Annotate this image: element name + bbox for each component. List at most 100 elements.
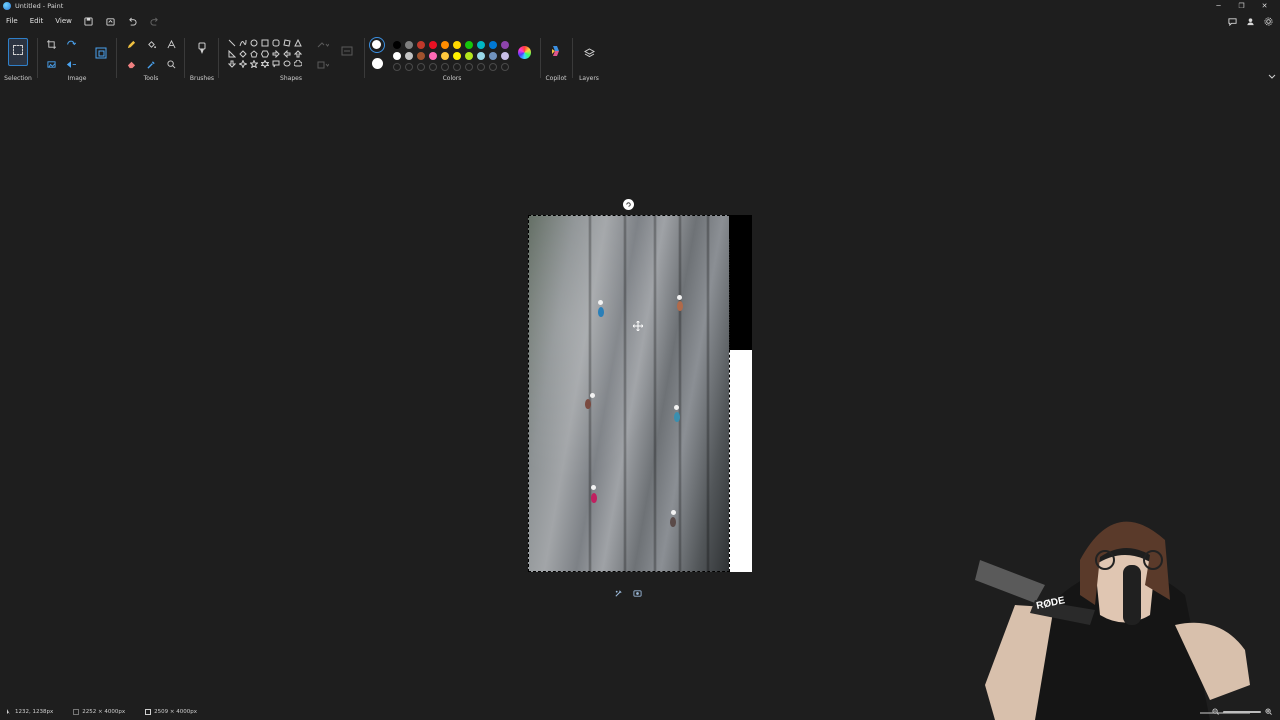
brushes-button[interactable] [195,42,209,56]
right-triangle-shape[interactable] [226,49,237,60]
zoom-in-icon[interactable] [1265,708,1272,715]
color-swatch[interactable] [441,51,449,60]
custom-color-slot[interactable] [393,62,401,71]
custom-color-slot[interactable] [441,62,449,71]
custom-color-slot[interactable] [465,62,473,71]
custom-color-slot[interactable] [477,62,485,71]
ai-edit-button[interactable] [614,583,623,602]
polygon-shape[interactable] [281,38,292,49]
color-swatch[interactable] [393,40,401,49]
color-swatch[interactable] [489,40,497,49]
custom-color-slot[interactable] [453,62,461,71]
text-button[interactable] [164,37,178,51]
settings-button[interactable] [1260,14,1276,28]
color-swatch[interactable] [429,40,437,49]
colors-group-label: Colors [442,75,462,82]
fill-button[interactable] [144,37,158,51]
custom-color-slot[interactable] [429,62,437,71]
shape-style-button[interactable] [340,44,354,58]
remove-background-button[interactable] [633,583,642,602]
rounded-callout-shape[interactable] [270,59,281,70]
color-swatch[interactable] [465,40,473,49]
color-swatch[interactable] [441,40,449,49]
rotate-button[interactable] [64,37,78,51]
menu-file[interactable]: File [0,17,24,25]
account-icon [1246,17,1254,25]
color-swatch[interactable] [429,51,437,60]
undo-button[interactable] [122,14,144,28]
color-swatch[interactable] [453,40,461,49]
left-arrow-shape[interactable] [281,49,292,60]
custom-color-slot[interactable] [501,62,509,71]
flip-button[interactable] [64,57,78,71]
image-select-button[interactable] [44,57,58,71]
color-swatch[interactable] [465,51,473,60]
primary-color-button[interactable] [369,37,385,53]
rounded-rectangle-shape[interactable] [270,38,281,49]
color-swatch[interactable] [501,51,509,60]
collapse-ribbon-button[interactable] [1265,70,1279,84]
color-swatch[interactable] [453,51,461,60]
close-button[interactable]: ✕ [1253,0,1276,12]
rectangle-shape[interactable] [259,38,270,49]
oval-shape[interactable] [248,38,259,49]
layers-icon [583,48,595,58]
save-icon [84,16,93,26]
diamond-shape[interactable] [237,49,248,60]
color-swatch[interactable] [405,51,413,60]
zoom-slider[interactable] [1223,710,1261,713]
hexagon-shape[interactable] [259,49,270,60]
star-shape[interactable] [248,59,259,70]
pencil-button[interactable] [124,37,138,51]
rotate-handle[interactable] [623,199,634,210]
color-swatch[interactable] [405,40,413,49]
magnifier-button[interactable] [164,57,178,71]
zoom-out-icon[interactable] [1212,708,1219,715]
color-swatch[interactable] [477,40,485,49]
color-swatch[interactable] [477,51,485,60]
curve-shape[interactable] [237,38,248,49]
color-swatch[interactable] [417,51,425,60]
menu-edit[interactable]: Edit [24,17,50,25]
pentagon-shape[interactable] [248,49,259,60]
redo-button[interactable] [144,14,166,28]
share-button[interactable] [100,14,122,28]
color-swatch[interactable] [417,40,425,49]
triangle-shape[interactable] [292,38,303,49]
selection-button[interactable] [8,38,28,66]
save-button[interactable] [78,14,100,28]
custom-color-slot[interactable] [417,62,425,71]
copilot-button[interactable] [549,44,563,58]
share-feedback-button[interactable] [1224,14,1240,28]
line-shape[interactable] [226,38,237,49]
menu-view[interactable]: View [49,17,78,25]
crop-icon [46,39,56,49]
secondary-color-button[interactable] [372,58,383,69]
settings-icon [1263,16,1273,26]
right-arrow-shape[interactable] [270,49,281,60]
selection-marquee[interactable] [528,215,730,572]
custom-color-slot[interactable] [489,62,497,71]
minimize-button[interactable]: ─ [1207,0,1230,12]
down-arrow-shape[interactable] [226,59,237,70]
custom-color-slot[interactable] [405,62,413,71]
crop-button[interactable] [44,37,58,51]
shape-outline-button[interactable] [316,38,330,52]
layers-button[interactable] [582,46,596,60]
share-icon [1227,17,1237,26]
up-arrow-shape[interactable] [292,49,303,60]
four-point-star-shape[interactable] [237,59,248,70]
oval-callout-shape[interactable] [281,59,292,70]
color-swatch[interactable] [489,51,497,60]
restore-button[interactable]: ❐ [1230,0,1253,12]
resize-button[interactable] [94,46,108,60]
eraser-button[interactable] [124,57,138,71]
six-point-star-shape[interactable] [259,59,270,70]
edit-colors-button[interactable] [518,46,531,59]
color-swatch[interactable] [393,51,401,60]
color-swatch[interactable] [501,40,509,49]
account-button[interactable] [1242,14,1258,28]
cloud-callout-shape[interactable] [292,59,303,70]
color-picker-button[interactable] [144,57,158,71]
shape-fill-button[interactable] [316,58,330,72]
